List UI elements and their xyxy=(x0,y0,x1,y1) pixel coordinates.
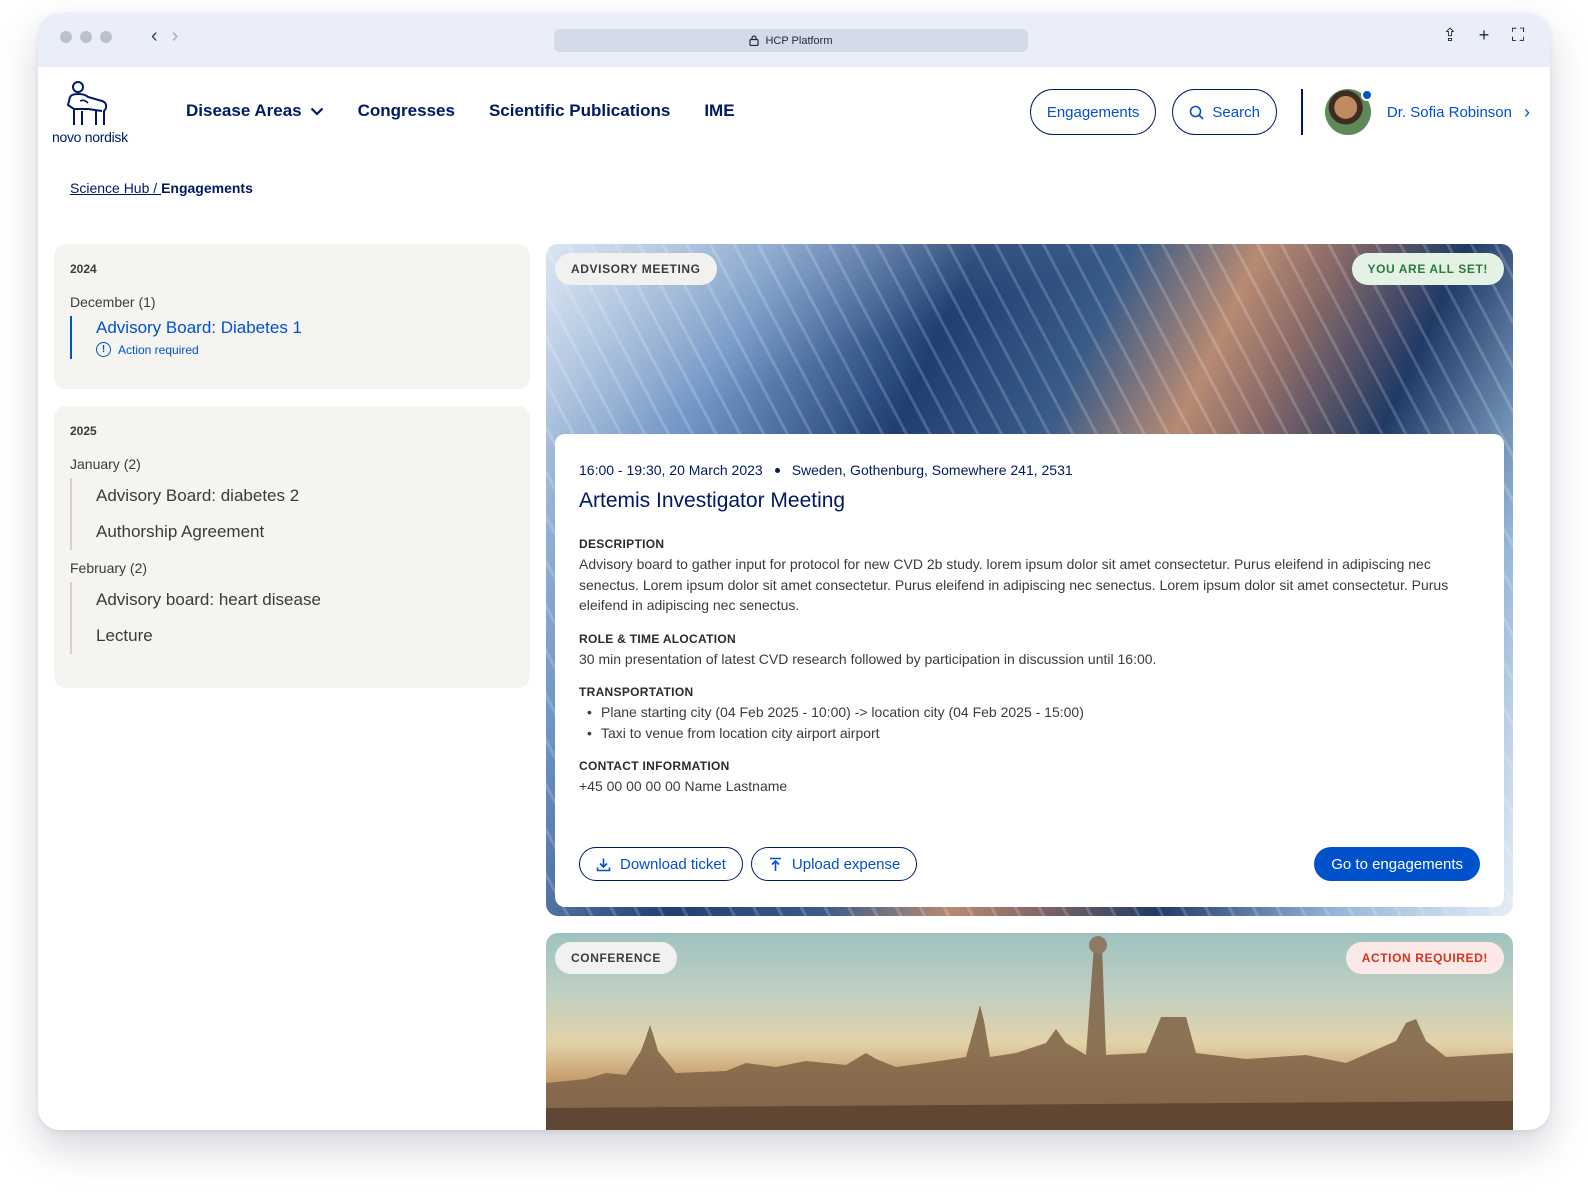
description-label: DESCRIPTION xyxy=(579,537,665,551)
role-label: ROLE & TIME ALOCATION xyxy=(579,631,736,646)
year-group-2024: 2024 December (1) Advisory Board: Diabet… xyxy=(54,244,530,389)
lock-icon xyxy=(749,35,760,46)
engagement-title[interactable]: Lecture xyxy=(96,618,514,654)
engagement-item-active[interactable]: Advisory Board: Diabetes 1 ! Action requ… xyxy=(70,316,514,359)
minimize-window-dot[interactable] xyxy=(80,31,92,43)
fullscreen-icon[interactable]: ⛶ xyxy=(1510,25,1526,46)
nav-congresses[interactable]: Congresses xyxy=(358,101,455,121)
engagement-item[interactable]: Advisory board: heart disease xyxy=(70,582,514,618)
brand-logo[interactable]: novo nordisk xyxy=(52,81,140,147)
event-type-tag: CONFERENCE xyxy=(555,942,678,974)
engagement-item[interactable]: Advisory Board: diabetes 2 xyxy=(70,478,514,514)
event-type-tag: ADVISORY MEETING xyxy=(555,253,717,285)
search-icon xyxy=(1190,105,1204,120)
engagement-title[interactable]: Authorship Agreement xyxy=(96,514,514,550)
upload-icon xyxy=(769,857,781,871)
event-actions: Download ticket Upload expense Go to eng… xyxy=(579,847,1480,881)
event-meta: 16:00 - 19:30, 20 March 2023 Sweden, Got… xyxy=(579,462,1480,478)
chevron-left-icon[interactable]: ‹ xyxy=(151,25,158,48)
breadcrumb-current: Engagements xyxy=(161,180,253,196)
header-actions: Engagements Search Dr. Sofia Robinson › xyxy=(1029,88,1550,136)
breadcrumb: Science Hub / Engagements xyxy=(70,180,253,196)
engagement-item[interactable]: Lecture xyxy=(70,618,514,654)
alert-info-icon: ! xyxy=(96,342,111,357)
notification-dot xyxy=(1360,89,1373,101)
download-ticket-button[interactable]: Download ticket xyxy=(579,847,743,881)
brand-name: novo nordisk xyxy=(52,129,128,145)
list-item: Plane starting city (04 Feb 2025 - 10:00… xyxy=(579,702,1480,723)
site-header: novo nordisk Disease Areas Congresses Sc… xyxy=(38,67,1550,163)
event-location: Sweden, Gothenburg, Somewhere 241, 2531 xyxy=(791,462,1073,478)
browser-window: ‹ › HCP Platform ⇪ + ⛶ novo nordisk Dise… xyxy=(38,13,1550,1130)
header-divider xyxy=(1300,89,1303,135)
browser-toolbar: ‹ › HCP Platform ⇪ + ⛶ xyxy=(38,13,1550,67)
event-time: 16:00 - 19:30, 20 March 2023 xyxy=(579,462,763,478)
nav-scientific-publications[interactable]: Scientific Publications xyxy=(489,101,670,121)
apis-bull-icon xyxy=(66,81,108,125)
engagement-title[interactable]: Advisory Board: Diabetes 1 xyxy=(96,316,514,342)
event-title: Artemis Investigator Meeting xyxy=(579,489,846,512)
action-required-status: ! Action required xyxy=(96,342,514,359)
month-label: February (2) xyxy=(70,560,148,576)
maximize-window-dot[interactable] xyxy=(100,31,112,43)
upload-expense-button[interactable]: Upload expense xyxy=(750,847,918,881)
share-icon[interactable]: ⇪ xyxy=(1442,25,1458,46)
contact-text: +45 00 00 00 00 Name Lastname xyxy=(579,778,788,794)
transportation-label: TRANSPORTATION xyxy=(579,685,694,699)
event-details-panel: 16:00 - 19:30, 20 March 2023 Sweden, Got… xyxy=(555,434,1504,907)
contact-label: CONTACT INFORMATION xyxy=(579,759,730,773)
engagement-title[interactable]: Advisory board: heart disease xyxy=(96,582,514,618)
engagement-item[interactable]: Authorship Agreement xyxy=(70,514,514,550)
chevron-right-icon[interactable]: › xyxy=(172,25,179,48)
chevron-right-icon[interactable]: › xyxy=(1524,102,1530,123)
breadcrumb-science-hub[interactable]: Science Hub / xyxy=(70,180,161,196)
window-controls xyxy=(60,31,112,43)
go-to-engagements-button[interactable]: Go to engagements xyxy=(1314,847,1480,881)
new-tab-icon[interactable]: + xyxy=(1476,25,1492,46)
year-group-2025: 2025 January (2) Advisory Board: diabete… xyxy=(54,406,530,688)
close-window-dot[interactable] xyxy=(60,31,72,43)
separator-dot xyxy=(774,467,780,473)
month-label: January (2) xyxy=(70,456,141,472)
engagement-title[interactable]: Advisory Board: diabetes 2 xyxy=(96,478,514,514)
year-label: 2024 xyxy=(70,262,97,276)
address-bar[interactable]: HCP Platform xyxy=(554,29,1028,52)
download-icon xyxy=(596,858,611,871)
browser-actions: ⇪ + ⛶ xyxy=(1442,25,1526,46)
address-text: HCP Platform xyxy=(765,34,833,47)
main-navigation: Disease Areas Congresses Scientific Publ… xyxy=(186,101,735,121)
history-nav: ‹ › xyxy=(151,25,178,48)
avatar[interactable] xyxy=(1324,89,1373,135)
transportation-list: Plane starting city (04 Feb 2025 - 10:00… xyxy=(579,702,1480,743)
nav-ime[interactable]: IME xyxy=(704,101,734,121)
engagements-button[interactable]: Engagements xyxy=(1029,89,1157,135)
month-label: December (1) xyxy=(70,294,156,310)
role-text: 30 min presentation of latest CVD resear… xyxy=(579,650,1157,667)
chevron-down-icon xyxy=(310,107,323,116)
event-card: ADVISORY MEETING YOU ARE ALL SET! 16:00 … xyxy=(546,244,1513,916)
year-label: 2025 xyxy=(70,424,97,438)
user-name-link[interactable]: Dr. Sofia Robinson xyxy=(1387,104,1512,121)
description-text: Advisory board to gather input for proto… xyxy=(579,556,1449,613)
status-badge: ACTION REQUIRED! xyxy=(1345,942,1504,974)
list-item: Taxi to venue from location city airport… xyxy=(579,723,1480,744)
status-badge: YOU ARE ALL SET! xyxy=(1351,253,1504,285)
search-button[interactable]: Search xyxy=(1172,89,1277,135)
event-card[interactable]: CONFERENCE ACTION REQUIRED! xyxy=(546,933,1513,1130)
nav-disease-areas[interactable]: Disease Areas xyxy=(186,101,324,121)
